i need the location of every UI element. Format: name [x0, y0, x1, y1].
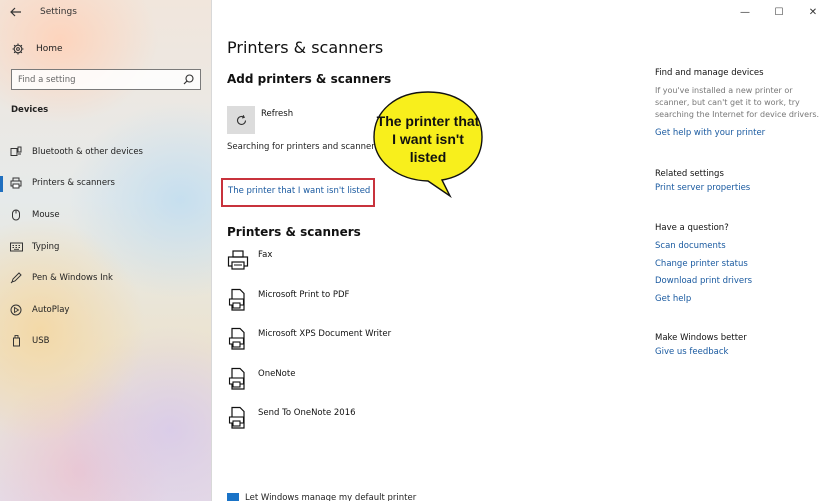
get-help-link[interactable]: Get help — [655, 291, 820, 309]
pen-icon — [0, 272, 32, 284]
printer-icon — [227, 365, 258, 393]
printer-name: Fax — [258, 250, 273, 260]
printer-item-xps[interactable]: Microsoft XPS Document Writer — [227, 325, 607, 365]
sidebar-item-mouse[interactable]: Mouse — [0, 199, 212, 231]
mouse-icon — [0, 209, 32, 221]
find-manage-text: If you've installed a new printer or sca… — [655, 86, 820, 119]
home-nav-item[interactable]: Home — [0, 38, 212, 60]
printer-name: OneNote — [258, 368, 296, 379]
refresh-label: Refresh — [261, 109, 294, 119]
printer-icon — [227, 286, 258, 314]
sidebar-item-label: Pen & Windows Ink — [32, 273, 113, 284]
sidebar-item-bluetooth[interactable]: Bluetooth & other devices — [0, 136, 212, 168]
back-arrow-icon — [10, 7, 21, 17]
title-bar: Settings — [0, 0, 212, 24]
printer-not-listed-link[interactable]: The printer that I want isn't listed — [228, 186, 370, 196]
minimize-button[interactable]: — — [728, 0, 762, 24]
printer-item-fax[interactable]: Fax — [227, 246, 607, 286]
maximize-button[interactable]: ☐ — [762, 0, 796, 24]
sidebar-section-devices: Devices — [11, 105, 49, 115]
sidebar-item-label: Mouse — [32, 209, 60, 220]
callout-text: The printer that I want isn't listed — [376, 113, 480, 165]
sidebar-item-label: Printers & scanners — [32, 178, 115, 189]
default-printer-checkbox[interactable] — [227, 493, 239, 501]
sidebar-item-label: Bluetooth & other devices — [32, 146, 143, 157]
make-windows-better-heading: Make Windows better — [655, 332, 747, 343]
download-print-drivers-link[interactable]: Download print drivers — [655, 273, 820, 291]
give-feedback-link[interactable]: Give us feedback — [655, 344, 820, 362]
add-printers-heading: Add printers & scanners — [227, 72, 392, 86]
home-label: Home — [36, 44, 63, 54]
gear-icon — [0, 43, 36, 55]
print-server-properties-link[interactable]: Print server properties — [655, 180, 820, 198]
printer-icon — [0, 177, 32, 189]
printer-icon — [227, 404, 258, 432]
sidebar-item-usb[interactable]: USB — [0, 326, 212, 358]
printer-item-onenote-2016[interactable]: Send To OneNote 2016 — [227, 404, 607, 444]
app-title: Settings — [40, 7, 77, 17]
searching-status: Searching for printers and scanners — [227, 142, 380, 152]
question-heading: Have a question? — [655, 223, 729, 234]
refresh-icon — [236, 114, 246, 125]
sidebar-item-label: Typing — [32, 241, 60, 252]
usb-icon — [0, 335, 32, 347]
printer-item-pdf[interactable]: Microsoft Print to PDF — [227, 286, 607, 326]
sidebar-item-label: AutoPlay — [32, 304, 70, 315]
related-panel: Find and manage devices If you've instal… — [655, 68, 820, 361]
fax-icon — [227, 246, 258, 274]
sidebar-nav: Bluetooth & other devices Printers & sca… — [0, 136, 212, 357]
sidebar-item-autoplay[interactable]: AutoPlay — [0, 294, 212, 326]
printer-list: Fax Microsoft Print to PDF Microsoft XPS… — [227, 246, 607, 444]
scan-documents-link[interactable]: Scan documents — [655, 238, 820, 256]
find-setting-search[interactable] — [11, 69, 201, 90]
window-controls: — ☐ ✕ — [728, 0, 830, 24]
change-printer-status-link[interactable]: Change printer status — [655, 256, 820, 274]
printer-name: Send To OneNote 2016 — [258, 408, 356, 418]
search-icon — [183, 74, 194, 85]
printers-list-heading: Printers & scanners — [227, 225, 361, 239]
page-title: Printers & scanners — [227, 38, 384, 57]
default-printer-label: Let Windows manage my default printer — [245, 493, 417, 501]
refresh-button[interactable] — [227, 106, 255, 134]
autoplay-icon — [0, 304, 32, 316]
find-manage-heading: Find and manage devices — [655, 68, 764, 78]
sidebar-item-typing[interactable]: Typing — [0, 231, 212, 263]
main-content: — ☐ ✕ Printers & scanners Add printers &… — [212, 0, 830, 501]
printer-name: Microsoft Print to PDF — [258, 289, 350, 300]
search-input[interactable] — [18, 74, 168, 85]
keyboard-icon — [0, 242, 32, 252]
sidebar-item-label: USB — [32, 336, 50, 347]
get-help-printer-link[interactable]: Get help with your printer — [655, 125, 820, 143]
sidebar-item-pen[interactable]: Pen & Windows Ink — [0, 262, 212, 294]
printer-name: Microsoft XPS Document Writer — [258, 329, 392, 339]
related-settings-heading: Related settings — [655, 168, 724, 179]
sidebar: Settings Home Devices Bluetooth & other … — [0, 0, 212, 501]
printer-item-onenote[interactable]: OneNote — [227, 365, 607, 405]
sidebar-item-printers[interactable]: Printers & scanners — [0, 168, 212, 200]
printer-icon — [227, 325, 258, 353]
back-button[interactable] — [0, 0, 32, 24]
close-button[interactable]: ✕ — [796, 0, 830, 24]
bluetooth-icon — [0, 146, 32, 158]
